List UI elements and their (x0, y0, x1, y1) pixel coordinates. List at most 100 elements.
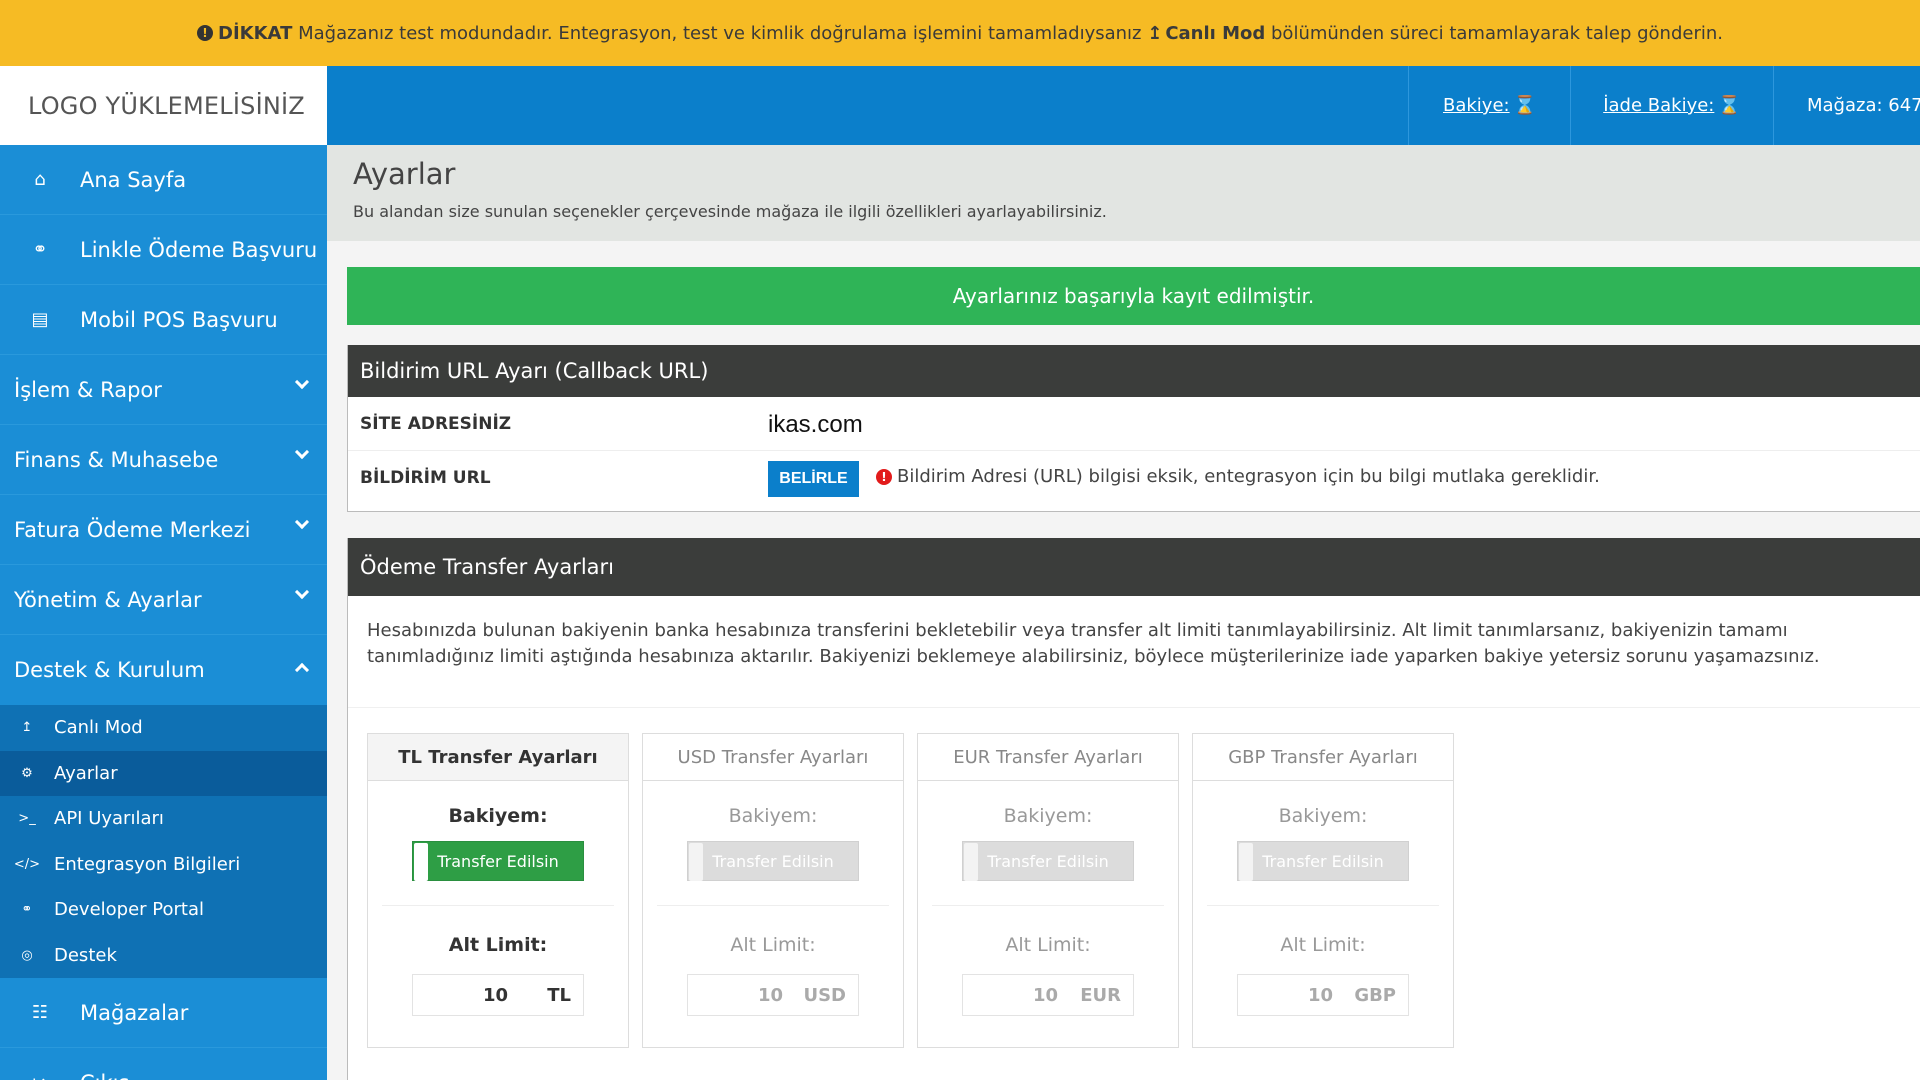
toggle-knob (964, 843, 978, 881)
page-title: Ayarlar (353, 157, 456, 191)
sidebar-item-support[interactable]: ◎ Destek (0, 933, 327, 979)
site-address-value: ikas.com (668, 403, 988, 447)
notify-url-label: BİLDİRİM URL (360, 468, 491, 488)
sidebar-item-label: Ana Sayfa (80, 167, 187, 192)
success-alert: Ayarlarınız başarıyla kayıt edilmiştir. (347, 267, 1920, 325)
sidebar-item-live-mode[interactable]: ↥ Canlı Mod (0, 705, 327, 751)
exclamation-circle-icon: ! (197, 25, 214, 41)
chevron-down-icon (294, 514, 310, 530)
balance-label: Bakiye: (1442, 95, 1510, 116)
limit-value: 10 (483, 984, 509, 1006)
balance-label: Bakiyem: (728, 805, 818, 827)
link-icon: ⚭ (21, 902, 33, 918)
set-url-button[interactable]: BELİRLE (768, 461, 859, 497)
sidebar-item-label: Mağazalar (80, 1000, 189, 1025)
sidebar-item-home[interactable]: ⌂ Ana Sayfa (0, 145, 327, 215)
sitemap-icon: ☷ (31, 1002, 49, 1023)
warning-text-end: bölümünden süreci tamamlayarak talep gön… (1265, 22, 1723, 44)
toggle-knob (689, 843, 703, 881)
limit-input[interactable]: 10 GBP (1237, 974, 1409, 1016)
site-address-row: SİTE ADRESİNİZ ikas.com (348, 397, 1920, 451)
divider (932, 905, 1164, 906)
terminal-icon: >_ (18, 811, 36, 827)
top-header: Bakiye: ⌛ İade Bakiye: ⌛ Mağaza: 647 (327, 66, 1920, 145)
store-menu[interactable]: Mağaza: 647 (1773, 66, 1920, 145)
refund-balance-link[interactable]: İade Bakiye: ⌛ (1570, 66, 1773, 145)
limit-value: 10 (1033, 984, 1059, 1006)
code-icon: </> (13, 856, 41, 872)
transfer-card-tl: TL Transfer Ayarları Bakiyem: Transfer E… (367, 733, 629, 1048)
warning-strong: DİKKAT (218, 22, 293, 44)
sidebar-item-integration-info[interactable]: </> Entegrasyon Bilgileri (0, 842, 327, 888)
limit-label: Alt Limit: (1005, 934, 1091, 956)
credit-card-icon: ▤ (31, 309, 49, 330)
toggle-label: Transfer Edilsin (437, 851, 559, 871)
callback-url-panel: Bildirim URL Ayarı (Callback URL) SİTE A… (347, 345, 1920, 512)
sidebar-group-transactions[interactable]: İşlem & Rapor (0, 355, 327, 425)
live-mode-link[interactable]: Canlı Mod (1165, 23, 1265, 44)
transfer-toggle[interactable]: Transfer Edilsin (412, 841, 584, 881)
chevron-down-icon (294, 374, 310, 390)
limit-input[interactable]: 10 EUR (962, 974, 1134, 1016)
chevron-down-icon (294, 444, 310, 460)
transfer-toggle[interactable]: Transfer Edilsin (1237, 841, 1409, 881)
card-title[interactable]: USD Transfer Ayarları (643, 734, 903, 781)
transfer-toggle[interactable]: Transfer Edilsin (687, 841, 859, 881)
lifebuoy-icon: ◎ (21, 947, 33, 963)
chevron-up-icon (294, 662, 310, 678)
divider (382, 905, 614, 906)
sidebar-item-settings[interactable]: ⚙ Ayarlar (0, 750, 327, 796)
currency-label: GBP (1354, 984, 1396, 1006)
logout-icon: ↦ (0, 1072, 80, 1080)
toggle-label: Transfer Edilsin (712, 851, 834, 871)
sidebar-item-mobile-pos[interactable]: ▤ Mobil POS Başvuru (0, 285, 327, 355)
sidebar-item-label: Canlı Mod (54, 717, 143, 739)
sidebar-item-logout[interactable]: ↦ Çıkış (0, 1048, 327, 1080)
site-address-label: SİTE ADRESİNİZ (360, 413, 512, 434)
sidebar-item-developer-portal[interactable]: ⚭ Developer Portal (0, 887, 327, 933)
sidebar-item-stores[interactable]: ☷ Mağazalar (0, 978, 327, 1048)
balance-label: Bakiyem: (448, 805, 548, 827)
card-title[interactable]: EUR Transfer Ayarları (918, 734, 1178, 781)
currency-label: USD (803, 984, 846, 1006)
notify-url-row: BİLDİRİM URL BELİRLE ! Bildirim Adresi (… (348, 451, 1920, 505)
refund-balance-label: İade Bakiye: (1603, 95, 1715, 116)
panel-title: Ödeme Transfer Ayarları (348, 538, 1920, 596)
transfer-card-gbp: GBP Transfer Ayarları Bakiyem: Transfer … (1192, 733, 1454, 1048)
sidebar-item-label: Çıkış (80, 1071, 129, 1080)
balance-link[interactable]: Bakiye: ⌛ (1408, 66, 1570, 145)
sidebar-group-management[interactable]: Yönetim & Ayarlar (0, 565, 327, 635)
sidebar-group-finance[interactable]: Finans & Muhasebe (0, 425, 327, 495)
upload-icon: ↥ (1147, 22, 1163, 44)
divider (1207, 905, 1439, 906)
link-icon: ⚭ (32, 239, 48, 260)
limit-value: 10 (1308, 984, 1334, 1006)
transfer-settings-panel: Ödeme Transfer Ayarları Hesabınızda bulu… (347, 538, 1920, 1080)
limit-input[interactable]: 10 TL (412, 974, 584, 1016)
sidebar-item-label: Mobil POS Başvuru (80, 307, 278, 332)
gears-icon: ⚙ (21, 765, 33, 781)
sidebar-group-invoice[interactable]: Fatura Ödeme Merkezi (0, 495, 327, 565)
divider (657, 905, 889, 906)
transfer-card-eur: EUR Transfer Ayarları Bakiyem: Transfer … (917, 733, 1179, 1048)
card-title[interactable]: GBP Transfer Ayarları (1193, 734, 1453, 781)
page-header: Ayarlar Bu alandan size sunulan seçenekl… (327, 145, 1920, 241)
sidebar-group-label: Yönetim & Ayarlar (14, 587, 202, 612)
currency-label: EUR (1080, 984, 1121, 1006)
card-title[interactable]: TL Transfer Ayarları (368, 734, 628, 781)
limit-input[interactable]: 10 USD (687, 974, 859, 1016)
sidebar-item-link-payment[interactable]: ⚭ Linkle Ödeme Başvuru (0, 215, 327, 285)
balance-label: Bakiyem: (1003, 805, 1093, 827)
sidebar-item-api-alerts[interactable]: >_ API Uyarıları (0, 796, 327, 842)
sidebar-item-label: Destek (54, 944, 117, 966)
sidebar-group-support[interactable]: Destek & Kurulum (0, 635, 327, 705)
sidebar-group-label: Destek & Kurulum (14, 658, 205, 682)
limit-label: Alt Limit: (1280, 934, 1366, 956)
toggle-knob (414, 843, 428, 881)
hourglass-icon: ⌛ (1513, 95, 1537, 116)
sidebar-item-label: Linkle Ödeme Başvuru (80, 237, 318, 262)
transfer-toggle[interactable]: Transfer Edilsin (962, 841, 1134, 881)
sidebar-item-label: Developer Portal (54, 899, 205, 921)
panel-title: Bildirim URL Ayarı (Callback URL) (348, 345, 1920, 397)
logo-placeholder[interactable]: LOGO YÜKLEMELİSİNİZ (0, 66, 327, 145)
